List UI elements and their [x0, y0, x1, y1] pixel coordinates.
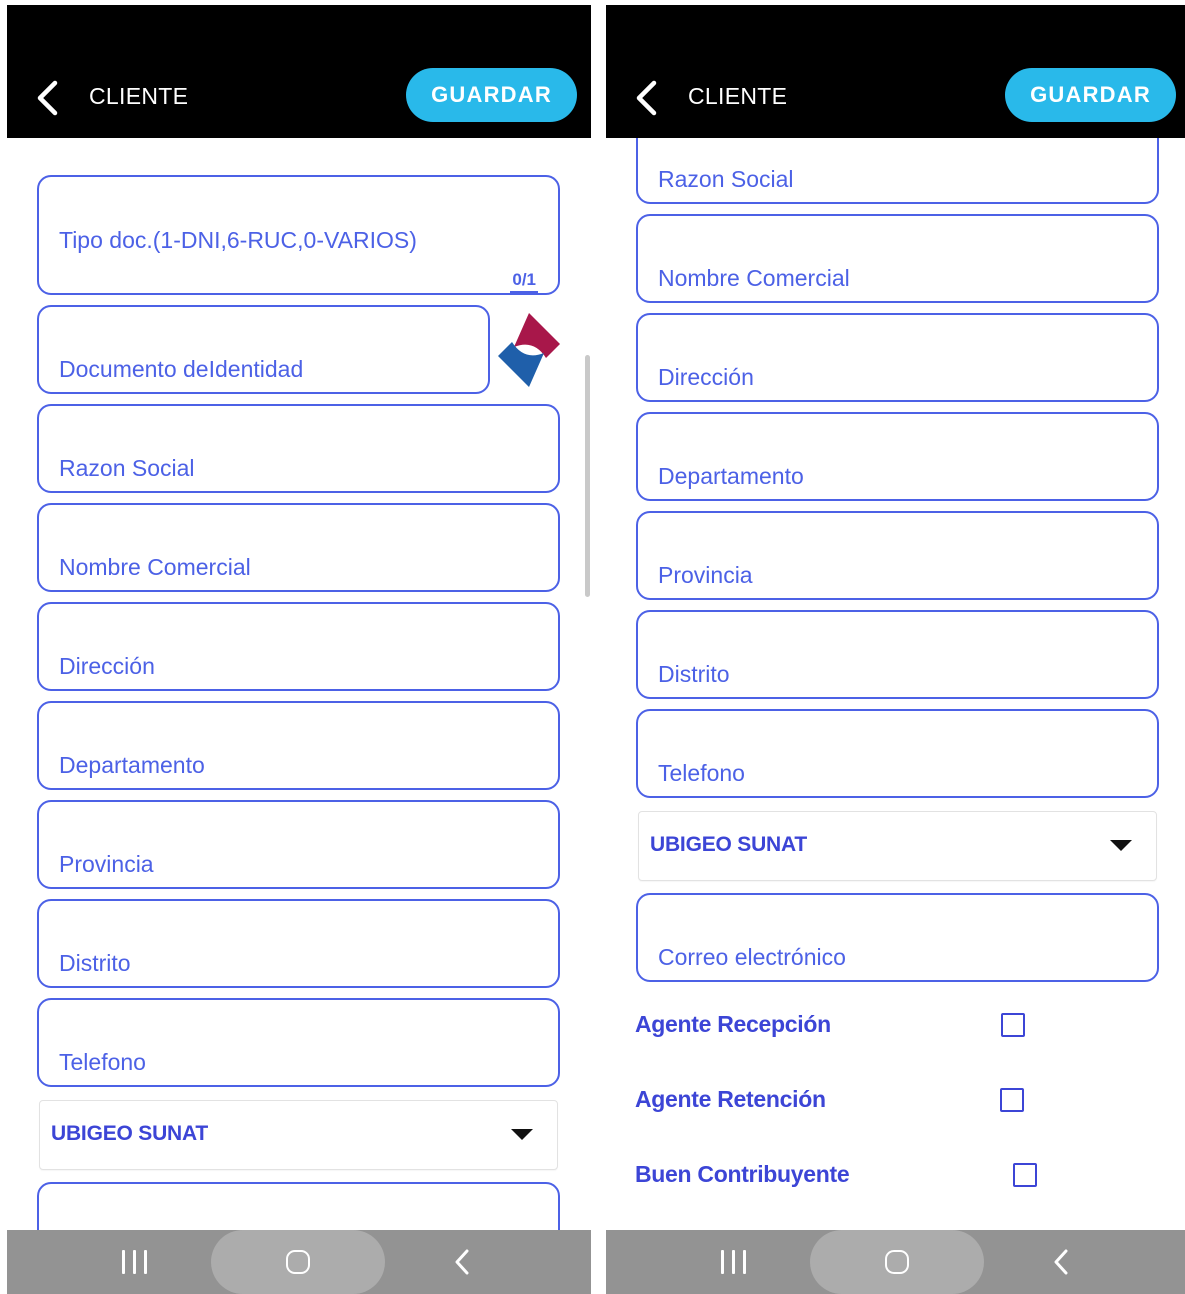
razon-social-label: Razon Social: [59, 455, 195, 481]
direccion-label: Dirección: [59, 653, 155, 679]
phone-screen-left: Tipo doc.(1-DNI,6-RUC,0-VARIOS) 0/1 Docu…: [7, 5, 591, 1294]
home-icon[interactable]: [286, 1250, 310, 1274]
departamento-label: Departamento: [59, 752, 205, 778]
telefono-label: Telefono: [59, 1049, 146, 1075]
caret-down-icon: [511, 1129, 533, 1140]
nombre-comercial-field[interactable]: Nombre Comercial: [636, 214, 1159, 303]
razon-social-field[interactable]: Razon Social: [37, 404, 560, 493]
back-icon[interactable]: [1052, 1248, 1070, 1276]
provincia-field[interactable]: Provincia: [636, 511, 1159, 600]
documento-identidad-label: Documento deIdentidad: [59, 356, 304, 382]
telefono-label: Telefono: [658, 760, 745, 786]
page-title: CLIENTE: [688, 83, 788, 109]
form-content: Razon Social Nombre Comercial Dirección …: [606, 5, 1185, 1230]
distrito-field[interactable]: Distrito: [636, 610, 1159, 699]
correo-field[interactable]: [37, 1182, 560, 1230]
correo-electronico-field[interactable]: Correo electrónico: [636, 893, 1159, 982]
save-button[interactable]: GUARDAR: [406, 68, 577, 122]
buen-contribuyente-label: Buen Contribuyente: [635, 1161, 850, 1187]
ubigeo-sunat-dropdown[interactable]: UBIGEO SUNAT: [39, 1100, 558, 1170]
app-header: CLIENTE GUARDAR: [606, 5, 1185, 138]
telefono-field[interactable]: Telefono: [636, 709, 1159, 798]
scrollbar[interactable]: [585, 355, 590, 597]
departamento-label: Departamento: [658, 463, 804, 489]
buen-contribuyente-checkbox[interactable]: [1013, 1163, 1037, 1187]
save-button[interactable]: GUARDAR: [1005, 68, 1176, 122]
back-icon[interactable]: [453, 1248, 471, 1276]
system-navigation-bar: [606, 1230, 1185, 1294]
distrito-field[interactable]: Distrito: [37, 899, 560, 988]
nombre-comercial-field[interactable]: Nombre Comercial: [37, 503, 560, 592]
tipo-doc-label: Tipo doc.(1-DNI,6-RUC,0-VARIOS): [59, 227, 417, 253]
direccion-label: Dirección: [658, 364, 754, 390]
agente-recepcion-label: Agente Recepción: [635, 1011, 831, 1037]
nombre-comercial-label: Nombre Comercial: [658, 265, 850, 291]
distrito-label: Distrito: [658, 661, 730, 687]
provincia-label: Provincia: [658, 562, 753, 588]
documento-identidad-field[interactable]: Documento deIdentidad: [37, 305, 490, 394]
telefono-field[interactable]: Telefono: [37, 998, 560, 1087]
page-title: CLIENTE: [89, 83, 189, 109]
ubigeo-selected-value: UBIGEO SUNAT: [51, 1122, 209, 1145]
home-icon[interactable]: [885, 1250, 909, 1274]
direccion-field[interactable]: Dirección: [636, 313, 1159, 402]
departamento-field[interactable]: Departamento: [37, 701, 560, 790]
recents-icon[interactable]: [122, 1250, 148, 1274]
correo-electronico-label: Correo electrónico: [658, 944, 846, 970]
nombre-comercial-label: Nombre Comercial: [59, 554, 251, 580]
agente-retencion-label: Agente Retención: [635, 1086, 826, 1112]
recents-icon[interactable]: [721, 1250, 747, 1274]
ubigeo-sunat-dropdown[interactable]: UBIGEO SUNAT: [638, 811, 1157, 881]
character-counter: 0/1: [510, 270, 538, 293]
razon-social-label: Razon Social: [658, 166, 794, 192]
distrito-label: Distrito: [59, 950, 131, 976]
provincia-field[interactable]: Provincia: [37, 800, 560, 889]
agente-recepcion-checkbox[interactable]: [1001, 1013, 1025, 1037]
form-content: Tipo doc.(1-DNI,6-RUC,0-VARIOS) 0/1 Docu…: [7, 5, 591, 1230]
chevron-left-icon[interactable]: [632, 79, 662, 117]
app-header: CLIENTE GUARDAR: [7, 5, 591, 138]
sunat-logo-icon[interactable]: [498, 313, 560, 387]
ubigeo-selected-value: UBIGEO SUNAT: [650, 833, 808, 856]
system-navigation-bar: [7, 1230, 591, 1294]
provincia-label: Provincia: [59, 851, 154, 877]
phone-screen-right: Razon Social Nombre Comercial Dirección …: [606, 5, 1185, 1294]
tipo-doc-field[interactable]: Tipo doc.(1-DNI,6-RUC,0-VARIOS) 0/1: [37, 175, 560, 295]
departamento-field[interactable]: Departamento: [636, 412, 1159, 501]
agente-retencion-checkbox[interactable]: [1000, 1088, 1024, 1112]
direccion-field[interactable]: Dirección: [37, 602, 560, 691]
chevron-left-icon[interactable]: [33, 79, 63, 117]
caret-down-icon: [1110, 840, 1132, 851]
